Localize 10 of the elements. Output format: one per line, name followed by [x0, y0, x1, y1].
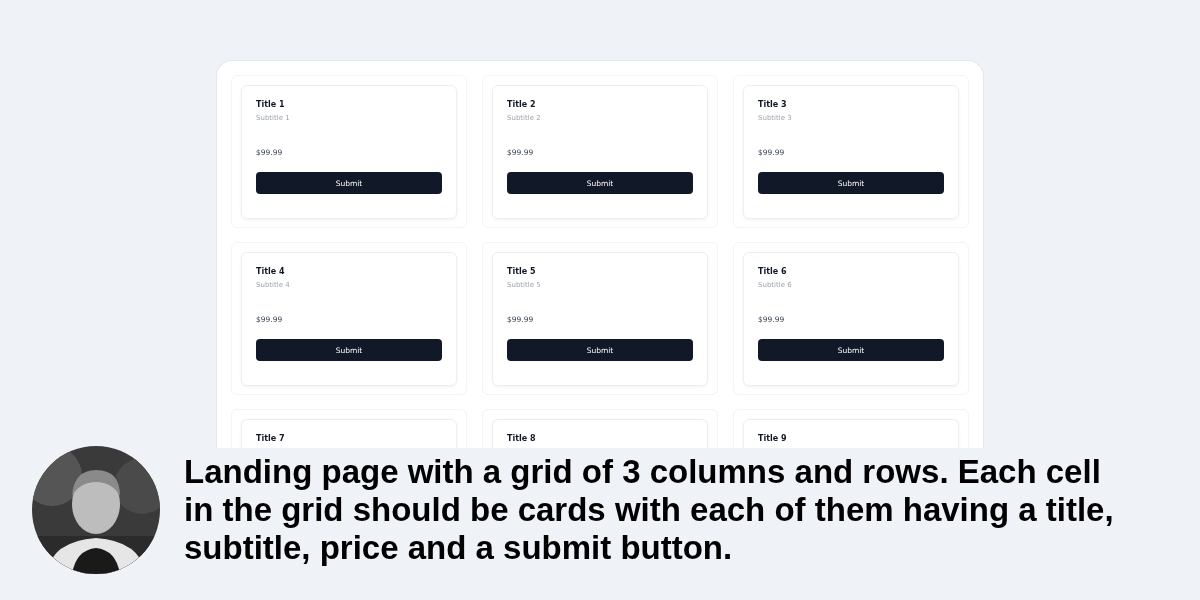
caption-text: Landing page with a grid of 3 columns and rows. Each cell in the grid should be cards with each of them having a title, subtitle, price and a submit button.	[184, 453, 1115, 567]
card-title: Title 9	[758, 434, 788, 443]
card-title: Title 3	[758, 100, 788, 109]
card-title: Title 6	[758, 267, 788, 276]
card-title: Title 5	[507, 267, 537, 276]
card-title: Title 4	[256, 267, 286, 276]
card-title: Title 2	[507, 100, 537, 109]
card-title: Title 8	[507, 434, 537, 443]
card-title: Title 7	[256, 434, 286, 443]
card-title: Title 1	[256, 100, 286, 109]
